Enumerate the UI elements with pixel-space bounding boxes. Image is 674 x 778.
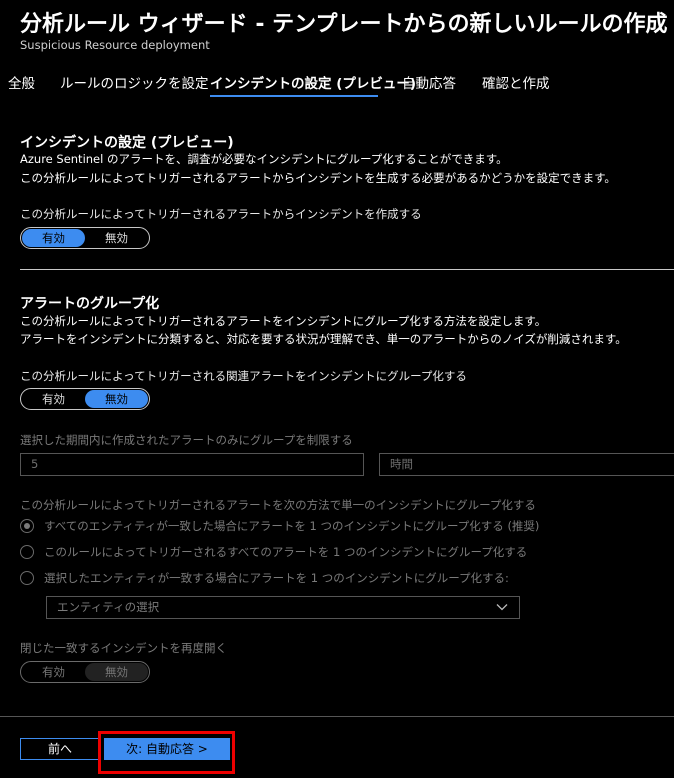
radio-icon[interactable] xyxy=(20,545,34,559)
incident-settings-heading: インシデントの設定 (プレビュー) xyxy=(20,135,234,151)
group-alerts-off[interactable]: 無効 xyxy=(85,390,148,408)
tab-general[interactable]: 全般 xyxy=(8,72,35,92)
create-incidents-label: この分析ルールによってトリガーされるアラートからインシデントを作成する xyxy=(20,207,422,221)
footer-divider xyxy=(0,716,674,717)
previous-button[interactable]: 前へ xyxy=(20,738,100,760)
group-alerts-toggle[interactable]: 有効 無効 xyxy=(20,388,150,410)
incident-desc-1: Azure Sentinel のアラートを、調査が必要なインシデントにグループ化… xyxy=(20,152,508,166)
tab-review-create[interactable]: 確認と作成 xyxy=(482,72,550,92)
tab-incident-settings[interactable]: インシデントの設定 (プレビュー) xyxy=(210,72,416,92)
grouping-option-label: すべてのエンティティが一致した場合にアラートを 1 つのインシデントにグループ化… xyxy=(44,519,540,533)
section-divider xyxy=(20,269,674,270)
reopen-incidents-on[interactable]: 有効 xyxy=(22,663,85,681)
entity-select-placeholder: エンティティの選択 xyxy=(57,600,160,614)
radio-selected-icon[interactable] xyxy=(20,519,34,533)
radio-icon[interactable] xyxy=(20,571,34,585)
annotation-highlight-box xyxy=(98,731,235,774)
chevron-down-icon xyxy=(496,604,508,611)
reopen-incidents-off[interactable]: 無効 xyxy=(85,663,148,681)
tab-rule-logic[interactable]: ルールのロジックを設定 xyxy=(60,72,209,92)
active-tab-indicator xyxy=(210,95,378,97)
reopen-incidents-label: 閉じた一致するインシデントを再度開く xyxy=(20,641,227,655)
create-incidents-on[interactable]: 有効 xyxy=(22,229,85,247)
grouping-method-label: この分析ルールによってトリガーされるアラートを次の方法で単一のインシデントにグル… xyxy=(20,498,536,512)
limit-unit-select[interactable]: 時間 xyxy=(379,453,674,476)
incident-desc-2: この分析ルールによってトリガーされるアラートからインシデントを生成する必要がある… xyxy=(20,171,616,185)
page-subtitle: Suspicious Resource deployment xyxy=(20,38,210,52)
grouping-option-label: このルールによってトリガーされるすべてのアラートを 1 つのインシデントにグルー… xyxy=(44,545,528,559)
create-incidents-toggle[interactable]: 有効 無効 xyxy=(20,227,150,249)
create-incidents-off[interactable]: 無効 xyxy=(85,229,148,247)
tab-automated-response[interactable]: 自動応答 xyxy=(402,72,456,92)
group-alerts-on[interactable]: 有効 xyxy=(22,390,85,408)
entity-select[interactable]: エンティティの選択 xyxy=(46,596,520,619)
grouping-option-all-entities[interactable]: すべてのエンティティが一致した場合にアラートを 1 つのインシデントにグループ化… xyxy=(20,516,539,536)
alert-grouping-heading: アラートのグループ化 xyxy=(20,296,160,312)
limit-period-label: 選択した期間内に作成されたアラートのみにグループを制限する xyxy=(20,433,353,447)
grouping-desc-2: アラートをインシデントに分類すると、対応を要する状況が理解でき、単一のアラートか… xyxy=(20,332,627,346)
limit-value-input[interactable]: 5 xyxy=(20,453,364,476)
grouping-option-all-alerts[interactable]: このルールによってトリガーされるすべてのアラートを 1 つのインシデントにグルー… xyxy=(20,542,527,562)
grouping-option-selected-entities[interactable]: 選択したエンティティが一致する場合にアラートを 1 つのインシデントにグループ化… xyxy=(20,568,509,588)
grouping-desc-1: この分析ルールによってトリガーされるアラートをインシデントにグループ化する方法を… xyxy=(20,314,547,328)
reopen-incidents-toggle[interactable]: 有効 無効 xyxy=(20,661,150,683)
page-title: 分析ルール ウィザード - テンプレートからの新しいルールの作成 xyxy=(20,12,668,37)
grouping-option-label: 選択したエンティティが一致する場合にアラートを 1 つのインシデントにグループ化… xyxy=(44,571,509,585)
wizard-tabs: 全般 ルールのロジックを設定 インシデントの設定 (プレビュー) 自動応答 確認… xyxy=(0,64,674,100)
group-alerts-label: この分析ルールによってトリガーされる関連アラートをインシデントにグループ化する xyxy=(20,369,467,383)
